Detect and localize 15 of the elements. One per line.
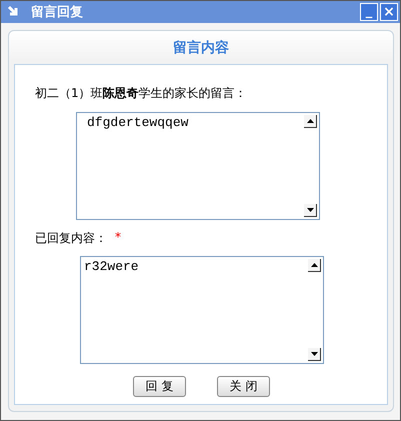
- close-button[interactable]: ×: [380, 3, 398, 21]
- scroll-up-icon[interactable]: [304, 115, 317, 128]
- text-area[interactable]: dfgdertewqqew: [76, 112, 320, 220]
- action-button[interactable]: 关 闭: [217, 376, 270, 397]
- message-label: 初二（1）班陈恩奇学生的家长的留言：: [35, 85, 248, 102]
- scroll-down-icon[interactable]: [304, 204, 317, 217]
- required-mark: *: [115, 230, 121, 246]
- action-button[interactable]: 回 复: [133, 376, 186, 397]
- text-area[interactable]: r32were: [80, 256, 324, 364]
- reply-label: 已回复内容：: [35, 230, 107, 247]
- minimize-button[interactable]: _: [360, 3, 378, 21]
- scroll-down-icon[interactable]: [308, 348, 321, 361]
- panel-title: 留言内容: [172, 38, 230, 58]
- scroll-up-icon[interactable]: [308, 259, 321, 272]
- window-title: 留言回复: [31, 4, 84, 21]
